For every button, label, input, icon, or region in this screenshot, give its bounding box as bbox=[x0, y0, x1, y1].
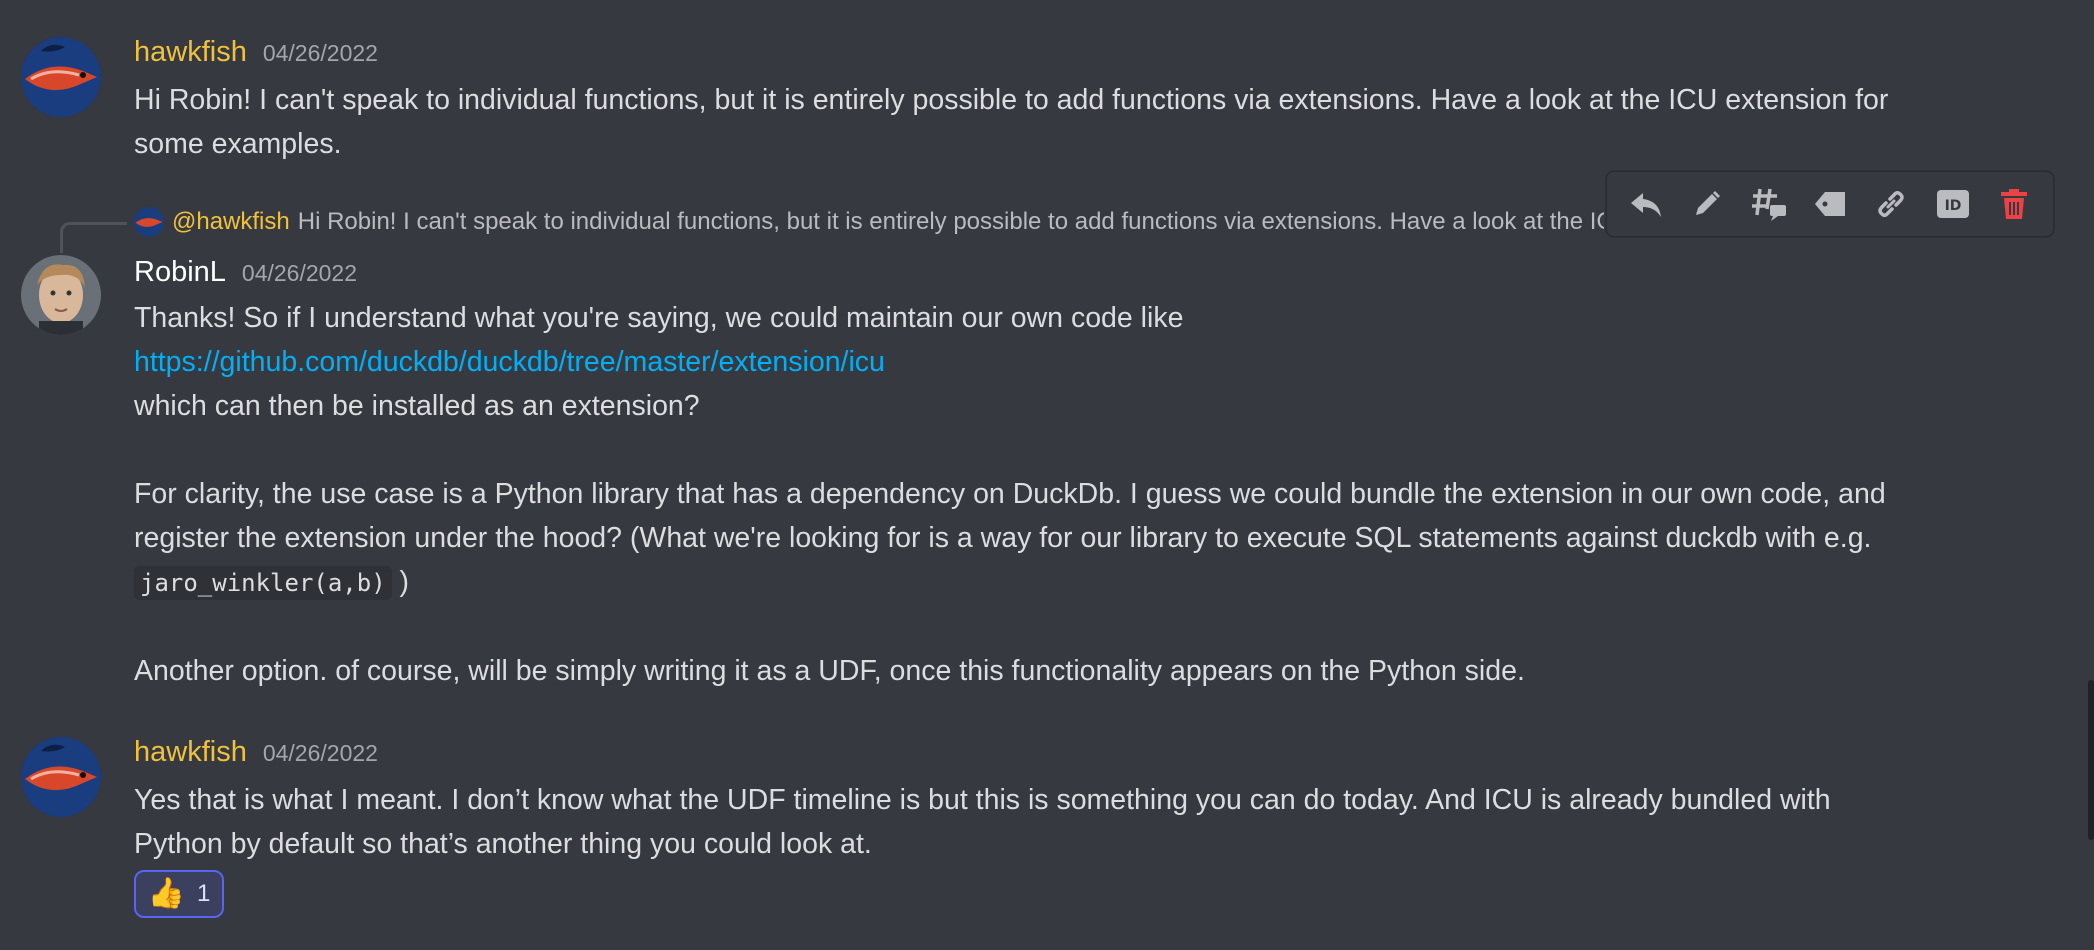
scrollbar-thumb[interactable] bbox=[2088, 680, 2094, 840]
message-line: Thanks! So if I understand what you're s… bbox=[134, 302, 1184, 334]
message-hawkfish-2: hawkfish 04/26/2022 Yes that is what I m… bbox=[0, 700, 2060, 940]
message-line: Hi Robin! I can't speak to individual fu… bbox=[134, 84, 1889, 116]
avatar-robinl[interactable] bbox=[21, 255, 101, 335]
reply-avatar-hawkfish bbox=[134, 207, 164, 237]
author-name[interactable]: hawkfish bbox=[134, 736, 247, 769]
reply-icon[interactable] bbox=[1622, 180, 1670, 228]
svg-text:ID: ID bbox=[1944, 198, 1961, 214]
thumbs-up-icon: 👍 bbox=[147, 877, 185, 910]
reply-reference[interactable]: @hawkfish Hi Robin! I can't speak to ind… bbox=[134, 207, 1604, 237]
avatar-hawkfish[interactable] bbox=[21, 37, 101, 117]
edit-icon[interactable] bbox=[1683, 180, 1731, 228]
message-content: Thanks! So if I understand what you're s… bbox=[134, 296, 2014, 693]
delete-icon[interactable] bbox=[1990, 180, 2038, 228]
author-name[interactable]: RobinL bbox=[134, 256, 226, 289]
message-line: Another option. of course, will be simpl… bbox=[134, 655, 1525, 687]
message-timestamp: 04/26/2022 bbox=[262, 740, 378, 766]
message-robinl: RobinL 04/26/2022 Thanks! So if I unders… bbox=[0, 240, 2060, 700]
reaction-count: 1 bbox=[197, 880, 211, 907]
message-content: Hi Robin! I can't speak to individual fu… bbox=[134, 78, 2014, 166]
message-actions-toolbar: ID bbox=[1606, 171, 2054, 237]
message-line: register the extension under the hood? (… bbox=[134, 522, 1872, 554]
message-timestamp: 04/26/2022 bbox=[262, 40, 378, 66]
tag-icon[interactable] bbox=[1806, 180, 1854, 228]
message-line: Python by default so that’s another thin… bbox=[134, 828, 872, 860]
chat-message-list: hawkfish 04/26/2022 Hi Robin! I can't sp… bbox=[0, 0, 2094, 950]
github-link[interactable]: https://github.com/duckdb/duckdb/tree/ma… bbox=[134, 346, 885, 378]
message-line: Yes that is what I meant. I don’t know w… bbox=[134, 784, 1831, 816]
message-line: which can then be installed as an extens… bbox=[134, 390, 700, 422]
link-icon[interactable] bbox=[1867, 180, 1915, 228]
reaction-thumbs-up[interactable]: 👍 1 bbox=[134, 870, 224, 918]
author-name[interactable]: hawkfish bbox=[134, 36, 247, 69]
avatar-hawkfish[interactable] bbox=[21, 737, 101, 817]
id-icon[interactable]: ID bbox=[1929, 180, 1977, 228]
inline-code: jaro_winkler(a,b) bbox=[134, 566, 392, 600]
message-content: Yes that is what I meant. I don’t know w… bbox=[134, 778, 2014, 866]
message-line: some examples. bbox=[134, 128, 342, 160]
message-timestamp: 04/26/2022 bbox=[241, 260, 358, 286]
message-line: jaro_winkler(a,b) ) bbox=[134, 560, 2014, 605]
thread-icon[interactable] bbox=[1745, 180, 1793, 228]
message-hawkfish-1: hawkfish 04/26/2022 Hi Robin! I can't sp… bbox=[0, 0, 2060, 180]
reply-mention[interactable]: @hawkfish bbox=[172, 208, 290, 236]
message-line: For clarity, the use case is a Python li… bbox=[134, 478, 1886, 510]
code-suffix: ) bbox=[391, 566, 410, 598]
reply-snippet[interactable]: Hi Robin! I can't speak to individual fu… bbox=[298, 208, 1604, 236]
